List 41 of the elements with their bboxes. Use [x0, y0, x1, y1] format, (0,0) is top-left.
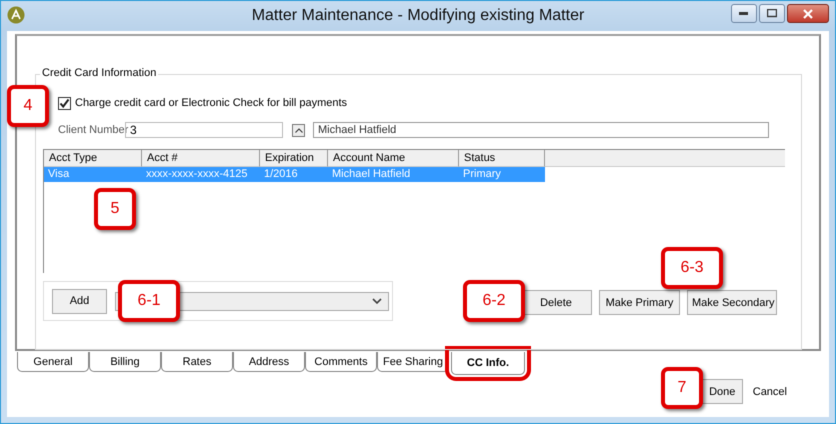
column-header[interactable]: Account Name [328, 150, 459, 167]
tab[interactable]: Billing [89, 352, 161, 372]
caret-up-icon [294, 128, 302, 132]
client-name-field: Michael Hatfield [313, 122, 769, 138]
close-button[interactable] [787, 4, 829, 23]
group-title: Credit Card Information [40, 67, 158, 79]
column-header[interactable]: Status [459, 150, 545, 167]
chevron-down-icon [372, 298, 382, 304]
app-logo-icon [7, 6, 25, 24]
done-button[interactable]: Done [702, 379, 743, 404]
close-icon [803, 8, 813, 18]
callout-tooltip: 7 [661, 367, 703, 409]
callout-tooltip: 6-3 [661, 247, 723, 289]
minimize-icon [739, 12, 749, 16]
column-header[interactable]: Expiration [260, 150, 328, 167]
checkbox[interactable] [58, 96, 71, 110]
tab[interactable]: General [17, 352, 89, 372]
table-cell-text: xxxx-xxxx-xxxx-4125 [145, 167, 248, 182]
checkbox-label: Charge credit card or Electronic Check for bill payments [75, 97, 348, 109]
table-cell-text: Visa [47, 167, 70, 182]
action-button[interactable]: Make Primary [599, 290, 680, 315]
tab[interactable]: Address [233, 352, 305, 372]
action-button[interactable]: Make Secondary [687, 290, 777, 315]
cancel-link[interactable]: Cancel [752, 386, 787, 398]
add-button[interactable]: Add [52, 288, 107, 314]
tab[interactable]: Comments [305, 352, 377, 372]
minimize-button[interactable] [731, 4, 757, 23]
table-cell-text: Primary [462, 167, 502, 182]
column-header[interactable]: Acct Type [44, 150, 142, 167]
maximize-button[interactable] [759, 4, 785, 23]
callout-tooltip: 6-2 [463, 280, 525, 322]
table-cell-text: Michael Hatfield [331, 167, 412, 182]
column-header[interactable]: Acct # [142, 150, 260, 167]
maximize-icon [767, 9, 777, 18]
table-cell-text: 1/2016 [263, 167, 299, 182]
window-title: Matter Maintenance - Modifying existing Matter [252, 7, 584, 25]
callout-tooltip: 6-1 [118, 280, 180, 322]
callout-tooltip: 4 [7, 85, 49, 127]
tab[interactable]: Rates [161, 352, 233, 372]
lookup-button[interactable] [292, 124, 305, 136]
callout-tooltip: 5 [94, 188, 136, 230]
